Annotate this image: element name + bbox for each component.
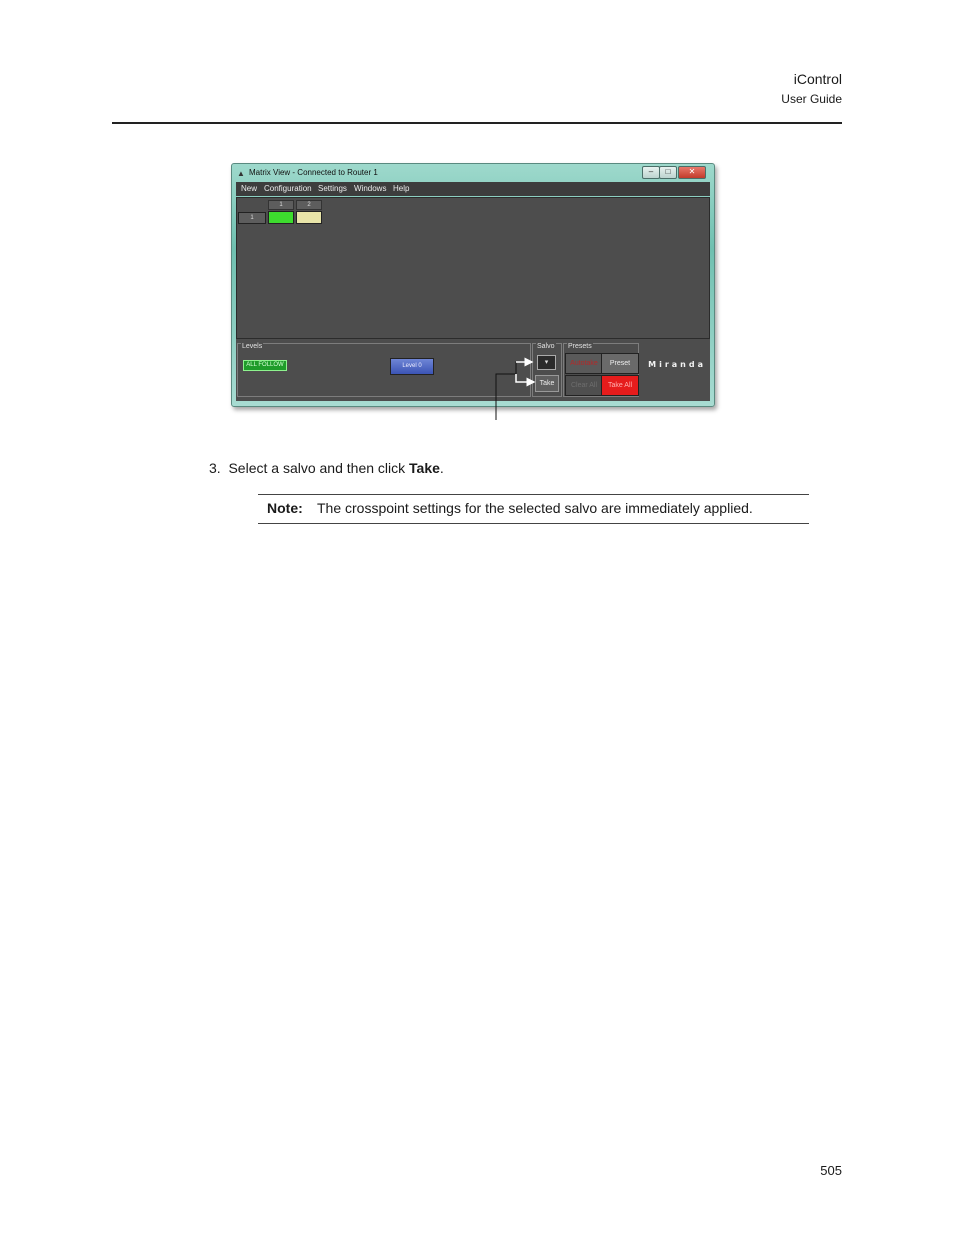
crosspoint-matrix: 1 2 1 (236, 197, 710, 339)
menu-bar: New Configuration Settings Windows Help (236, 182, 710, 196)
minimize-icon[interactable]: – (642, 166, 660, 179)
presets-group: Presets Autotake Preset Clear All Take A… (563, 343, 639, 397)
all-follow-button[interactable]: ALL FOLLOW (243, 360, 287, 371)
matrix-view-window-screenshot: ▲ Matrix View - Connected to Router 1 – … (231, 163, 715, 407)
menu-help[interactable]: Help (393, 184, 409, 193)
page-number: 505 (820, 1163, 842, 1178)
maximize-icon[interactable]: □ (659, 166, 677, 179)
header-product-name: iControl (793, 71, 842, 87)
step-number: 3. (209, 460, 221, 476)
step-text: Select a salvo and then click (228, 460, 410, 476)
autotake-button[interactable]: Autotake (565, 353, 603, 374)
header-divider (112, 122, 842, 124)
menu-windows[interactable]: Windows (354, 184, 386, 193)
preset-button[interactable]: Preset (601, 353, 639, 374)
note-box: Note: The crosspoint settings for the se… (258, 494, 809, 524)
window-titlebar: ▲ Matrix View - Connected to Router 1 – … (236, 166, 710, 180)
crosspoint-cell-active[interactable] (268, 211, 294, 224)
take-all-button[interactable]: Take All (601, 375, 639, 396)
control-panel: Levels ALL FOLLOW Level 0 Salvo ▾ Take P… (236, 339, 710, 401)
levels-group-label: Levels (241, 343, 264, 350)
level-0-button[interactable]: Level 0 (390, 358, 434, 375)
note-text: The crosspoint settings for the selected… (317, 500, 753, 516)
levels-group: Levels ALL FOLLOW Level 0 (237, 343, 531, 397)
step-text-end: . (439, 460, 444, 476)
menu-settings[interactable]: Settings (318, 184, 347, 193)
salvo-group-label: Salvo (536, 343, 556, 350)
close-icon[interactable]: ✕ (678, 166, 706, 179)
miranda-logo: Miranda (648, 360, 706, 369)
menu-configuration[interactable]: Configuration (264, 184, 312, 193)
instruction-step: 3. Select a salvo and then click Take. (209, 460, 444, 476)
menu-new[interactable]: New (241, 184, 257, 193)
crosspoint-cell-preset[interactable] (296, 211, 322, 224)
source-header-1[interactable]: 1 (238, 212, 266, 224)
salvo-dropdown[interactable]: ▾ (537, 355, 556, 370)
take-button[interactable]: Take (535, 375, 559, 392)
salvo-group: Salvo ▾ Take (532, 343, 562, 397)
destination-header-1[interactable]: 1 (268, 200, 294, 210)
app-icon: ▲ (237, 169, 245, 178)
step-emphasis: Take (409, 460, 440, 476)
window-title: Matrix View - Connected to Router 1 (249, 168, 378, 177)
note-label: Note: (267, 500, 303, 516)
destination-header-2[interactable]: 2 (296, 200, 322, 210)
presets-group-label: Presets (567, 343, 593, 350)
clear-all-button[interactable]: Clear All (565, 375, 603, 396)
header-doc-type: User Guide (781, 92, 842, 106)
